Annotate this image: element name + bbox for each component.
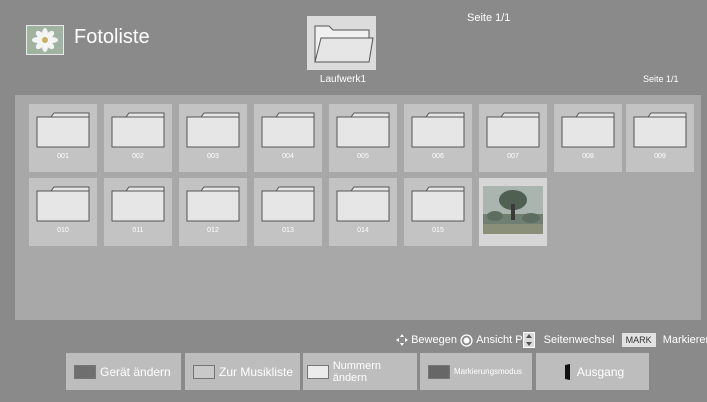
folder-icon (186, 112, 240, 148)
folder-tile[interactable]: 013 (254, 178, 322, 246)
green-key-icon (193, 364, 215, 379)
folder-label: 005 (357, 153, 369, 160)
page-title: Fotoliste (74, 26, 150, 48)
folder-tile[interactable]: 012 (179, 178, 247, 246)
folder-icon (186, 186, 240, 222)
folder-label: 010 (57, 227, 69, 234)
folder-icon (36, 186, 90, 222)
change-number-label: Nummern ändern (332, 359, 381, 384)
folder-label: 004 (282, 153, 294, 160)
folder-label: 013 (282, 227, 294, 234)
mark-key-badge: MARK (621, 333, 656, 347)
change-number-button[interactable]: Nummern ändern (303, 353, 417, 390)
folder-label: 015 (432, 227, 444, 234)
folder-label: 008 (582, 153, 594, 160)
photo-grid: 001 002 003 004 005 006 007 008 009 010 … (15, 95, 701, 320)
legend-mark: Markieren (662, 334, 707, 346)
folder-label: 006 (432, 153, 444, 160)
folder-tile[interactable]: 008 (554, 104, 622, 172)
folder-tile[interactable]: 015 (404, 178, 472, 246)
exit-key-icon (564, 363, 570, 380)
folder-icon (261, 186, 315, 222)
page-updown-icon (522, 332, 535, 348)
page-indicator-top: Seite 1/1 (467, 12, 511, 24)
folder-label: 007 (507, 153, 519, 160)
folder-tile[interactable]: 009 (626, 104, 694, 172)
folder-icon (111, 112, 165, 148)
mark-mode-button[interactable]: Markierungsmodus (420, 353, 532, 390)
folder-icon (36, 112, 90, 148)
exit-label: Ausgang (576, 364, 625, 379)
folder-label: 012 (207, 227, 219, 234)
bottom-action-bar: Gerät ändern Zur Musikliste Nummern ände… (0, 353, 707, 390)
folder-icon (261, 112, 315, 148)
folder-tile[interactable]: 003 (179, 104, 247, 172)
folder-label: 001 (57, 153, 69, 160)
folder-icon (336, 186, 390, 222)
change-device-button[interactable]: Gerät ändern (66, 353, 181, 390)
folder-tile[interactable]: 010 (29, 178, 97, 246)
folder-tile[interactable]: 011 (104, 178, 172, 246)
drive-label: Laufwerk1 (319, 74, 367, 85)
photo-thumbnail-icon (483, 186, 543, 234)
folder-label: 011 (132, 227, 144, 234)
folder-label: 003 (207, 153, 219, 160)
dpad-arrows-icon (396, 334, 408, 346)
folder-icon (633, 112, 687, 148)
key-legend: Bewegen Ansicht P Seitenwechsel MARK Mar… (396, 332, 707, 348)
folder-tile[interactable]: 014 (329, 178, 397, 246)
legend-move: Bewegen (411, 334, 457, 346)
mark-mode-label: Markierungsmodus (454, 367, 523, 376)
folder-icon (486, 112, 540, 148)
folder-icon (411, 112, 465, 148)
folder-tile[interactable]: 006 (404, 104, 472, 172)
folder-icon (561, 112, 615, 148)
folder-label: 002 (132, 153, 144, 160)
folder-label: 014 (357, 227, 369, 234)
yellow-key-icon (307, 364, 329, 379)
change-device-label: Gerät ändern (100, 364, 171, 379)
folder-icon (411, 186, 465, 222)
page-indicator-right: Seite 1/1 (643, 74, 679, 84)
folder-icon (111, 186, 165, 222)
folder-icon (314, 25, 374, 63)
folder-label: 009 (654, 153, 666, 160)
exit-button[interactable]: Ausgang (536, 353, 649, 390)
ok-button-icon (460, 333, 473, 347)
legend-page-change: Seitenwechsel (543, 334, 615, 346)
legend-view: Ansicht (476, 334, 513, 346)
drive-selector[interactable] (307, 16, 376, 70)
legend-page-key: P (515, 334, 523, 346)
folder-tile[interactable]: 005 (329, 104, 397, 172)
flower-photo-icon (26, 25, 64, 55)
music-list-label: Zur Musikliste (219, 364, 294, 379)
folder-tile[interactable]: 004 (254, 104, 322, 172)
red-key-icon (74, 364, 96, 379)
photo-tile[interactable] (479, 178, 547, 246)
folder-tile[interactable]: 001 (29, 104, 97, 172)
music-list-button[interactable]: Zur Musikliste (185, 353, 300, 390)
folder-tile[interactable]: 007 (479, 104, 547, 172)
blue-key-icon (428, 364, 450, 379)
folder-tile[interactable]: 002 (104, 104, 172, 172)
folder-icon (336, 112, 390, 148)
